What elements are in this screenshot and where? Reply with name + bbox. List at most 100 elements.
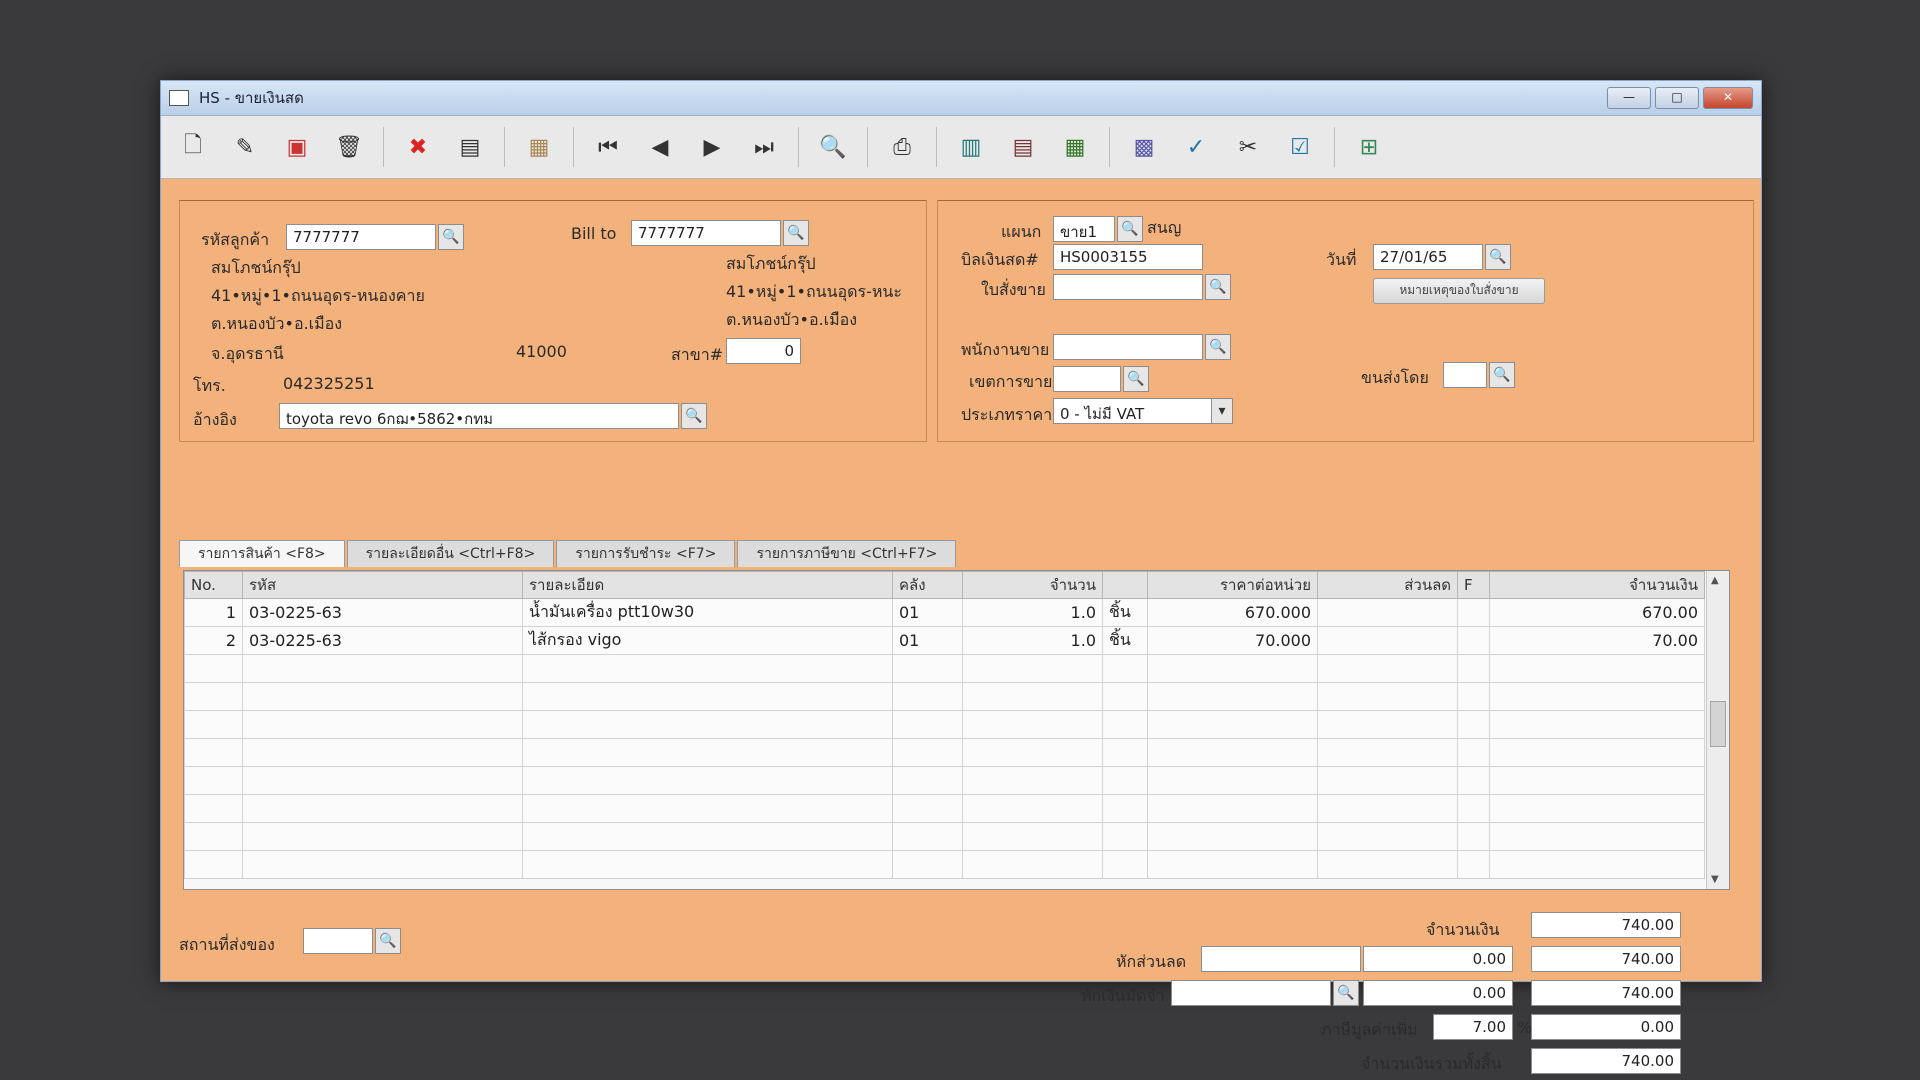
col-no[interactable]: No. (184, 571, 243, 599)
scissors-icon[interactable]: ✂ (1226, 125, 1270, 169)
salesman-field[interactable] (1053, 334, 1203, 360)
sales-area-field[interactable] (1053, 366, 1121, 392)
ok-icon[interactable]: ☑ (1278, 125, 1322, 169)
col-warehouse[interactable]: คลัง (892, 571, 963, 599)
salesman-search-icon[interactable]: 🔍 (1205, 334, 1231, 360)
tab-payments[interactable]: รายการรับชำระ <F7> (556, 540, 736, 567)
edit-icon[interactable]: ✎ (223, 125, 267, 169)
col-f[interactable]: F (1457, 571, 1490, 599)
cell-f[interactable] (1457, 626, 1490, 655)
stack-icon[interactable]: ▦ (517, 125, 561, 169)
ship-by-search-icon[interactable]: 🔍 (1489, 362, 1515, 388)
scroll-up-icon[interactable]: ▲ (1711, 575, 1719, 586)
cell-unit[interactable]: ชิ้น (1102, 626, 1148, 655)
new-document-icon[interactable]: 🗋 (171, 125, 215, 169)
bill-number-field[interactable]: HS0003155 (1053, 244, 1203, 270)
price-type-dropdown-icon[interactable]: ▾ (1211, 398, 1233, 424)
tab-other-details[interactable]: รายละเอียดอื่น <Ctrl+F8> (346, 540, 555, 567)
form-icon[interactable]: ▥ (949, 125, 993, 169)
empty-row[interactable] (184, 794, 1705, 823)
order-note-button[interactable]: หมายเหตุของใบสั่งขาย (1373, 278, 1545, 304)
empty-row[interactable] (184, 654, 1705, 683)
date-picker-icon[interactable]: 🔍 (1485, 244, 1511, 270)
grid-scrollbar[interactable]: ▲ ▼ (1706, 571, 1729, 889)
empty-row[interactable] (184, 710, 1705, 739)
close-button[interactable]: ✕ (1703, 87, 1753, 109)
cancel-icon[interactable]: ✖ (396, 125, 440, 169)
find-icon[interactable]: 🔍 (811, 125, 855, 169)
cell-description[interactable]: น้ำมันเครื่อง ptt10w30 (522, 598, 893, 627)
tab-sales-tax[interactable]: รายการภาษีขาย <Ctrl+F7> (737, 540, 957, 567)
price-type-select[interactable]: 0 - ไม่มี VAT (1053, 398, 1231, 424)
approve-icon[interactable]: ✓ (1174, 125, 1218, 169)
last-record-icon[interactable]: ⏭ (742, 125, 786, 169)
cell-unit-price[interactable]: 70.000 (1147, 626, 1318, 655)
next-record-icon[interactable]: ▶ (690, 125, 734, 169)
trash-icon[interactable]: 🗑 (327, 125, 371, 169)
col-description[interactable]: รายละเอียด (522, 571, 893, 599)
empty-row[interactable] (184, 682, 1705, 711)
bill-to-field[interactable]: 7777777 (631, 220, 781, 246)
discount-value-field[interactable]: 0.00 (1363, 946, 1513, 972)
void-icon[interactable]: ▣ (275, 125, 319, 169)
reference-search-icon[interactable]: 🔍 (681, 403, 707, 429)
discount-text-field[interactable] (1201, 946, 1361, 972)
delivery-place-field[interactable] (303, 928, 373, 954)
col-unit[interactable] (1102, 571, 1148, 599)
grid-icon[interactable]: ▩ (1122, 125, 1166, 169)
sales-order-search-icon[interactable]: 🔍 (1205, 274, 1231, 300)
branch-field[interactable]: 0 (726, 338, 801, 364)
calculator-icon[interactable]: ▦ (1053, 125, 1097, 169)
cell-code[interactable]: 03-0225-63 (242, 598, 523, 627)
cell-warehouse[interactable]: 01 (892, 598, 963, 627)
deposit-search-icon[interactable]: 🔍 (1333, 980, 1359, 1006)
empty-row[interactable] (184, 850, 1705, 879)
report-icon[interactable]: ▤ (1001, 125, 1045, 169)
cell-unit[interactable]: ชิ้น (1102, 598, 1148, 627)
cell-amount[interactable]: 70.00 (1489, 626, 1705, 655)
cell-code[interactable]: 03-0225-63 (242, 626, 523, 655)
customer-search-icon[interactable]: 🔍 (438, 224, 464, 250)
reference-field[interactable]: toyota revo 6กฌ•5862•กทม (279, 403, 679, 429)
deposit-value-field[interactable]: 0.00 (1363, 980, 1513, 1006)
cell-amount[interactable]: 670.00 (1489, 598, 1705, 627)
department-field[interactable]: ขาย1 (1053, 216, 1115, 242)
col-discount[interactable]: ส่วนลด (1317, 571, 1458, 599)
tab-items[interactable]: รายการสินค้า <F8> (179, 540, 345, 567)
bill-to-search-icon[interactable]: 🔍 (783, 220, 809, 246)
empty-row[interactable] (184, 738, 1705, 767)
print-icon[interactable]: ⎙ (880, 125, 924, 169)
col-quantity[interactable]: จำนวน (962, 571, 1103, 599)
save-icon[interactable]: ▤ (448, 125, 492, 169)
customer-code-field[interactable]: 7777777 (286, 224, 436, 250)
table-row[interactable]: 2 03-0225-63 ไส้กรอง vigo 01 1.0 ชิ้น 70… (184, 626, 1705, 655)
vat-rate-field[interactable]: 7.00 (1433, 1014, 1513, 1040)
date-field[interactable]: 27/01/65 (1373, 244, 1483, 270)
cell-discount[interactable] (1317, 626, 1458, 655)
scroll-down-icon[interactable]: ▼ (1711, 874, 1719, 885)
ship-by-field[interactable] (1443, 362, 1487, 388)
previous-record-icon[interactable]: ◀ (638, 125, 682, 169)
sales-order-field[interactable] (1053, 274, 1203, 300)
col-code[interactable]: รหัส (242, 571, 523, 599)
empty-row[interactable] (184, 822, 1705, 851)
col-unit-price[interactable]: ราคาต่อหน่วย (1147, 571, 1318, 599)
cell-warehouse[interactable]: 01 (892, 626, 963, 655)
department-search-icon[interactable]: 🔍 (1117, 216, 1143, 242)
maximize-button[interactable]: □ (1655, 87, 1699, 109)
cell-no[interactable]: 2 (184, 626, 243, 655)
cell-quantity[interactable]: 1.0 (962, 598, 1103, 627)
minimize-button[interactable]: — (1607, 87, 1651, 109)
cell-no[interactable]: 1 (184, 598, 243, 627)
sales-area-search-icon[interactable]: 🔍 (1123, 366, 1149, 392)
cell-description[interactable]: ไส้กรอง vigo (522, 626, 893, 655)
empty-row[interactable] (184, 766, 1705, 795)
cell-unit-price[interactable]: 670.000 (1147, 598, 1318, 627)
delivery-place-search-icon[interactable]: 🔍 (375, 928, 401, 954)
cell-quantity[interactable]: 1.0 (962, 626, 1103, 655)
cell-discount[interactable] (1317, 598, 1458, 627)
first-record-icon[interactable]: ⏮ (586, 125, 630, 169)
table-row[interactable]: 1 03-0225-63 น้ำมันเครื่อง ptt10w30 01 1… (184, 598, 1705, 627)
deposit-text-field[interactable] (1171, 980, 1331, 1006)
col-amount[interactable]: จำนวนเงิน (1489, 571, 1705, 599)
